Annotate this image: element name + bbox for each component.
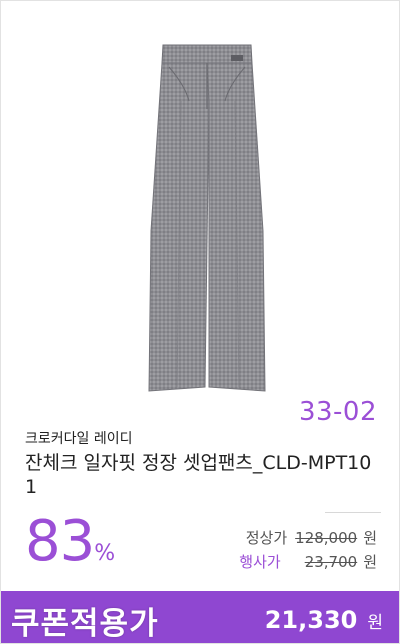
pants-image xyxy=(148,44,266,392)
product-title[interactable]: 잔체크 일자핏 정장 셋업팬츠_CLD-MPT101 xyxy=(25,451,381,499)
coupon-price-amount: 21,330 xyxy=(264,606,358,634)
product-image[interactable] xyxy=(1,1,399,401)
product-card[interactable]: 33-02 크로커다일 레이디 잔체크 일자핏 정장 셋업팬츠_CLD-MPT1… xyxy=(0,0,400,644)
coupon-price-bar: 쿠폰적용가 21,330 원 xyxy=(1,591,399,643)
brand-name[interactable]: 크로커다일 레이디 xyxy=(25,428,133,448)
coupon-label: 쿠폰적용가 xyxy=(11,606,159,642)
event-price: 행사가 23,700 원 xyxy=(239,552,377,572)
product-code: 33-02 xyxy=(298,397,377,427)
price-divider xyxy=(325,512,381,513)
coupon-price: 21,330 원 xyxy=(265,606,383,634)
regular-price-label: 정상가 xyxy=(245,529,288,547)
discount-value: 83 xyxy=(25,509,95,574)
event-price-amount: 23,700 xyxy=(304,553,358,571)
regular-price-amount: 128,000 xyxy=(295,529,358,547)
coupon-price-unit: 원 xyxy=(367,613,383,633)
regular-price: 정상가 128,000 원 xyxy=(246,528,377,548)
event-price-label: 행사가 xyxy=(239,553,281,571)
event-price-unit: 원 xyxy=(363,553,377,571)
discount-rate: 83% xyxy=(25,509,115,587)
regular-price-unit: 원 xyxy=(363,529,377,547)
discount-unit: % xyxy=(94,541,116,566)
